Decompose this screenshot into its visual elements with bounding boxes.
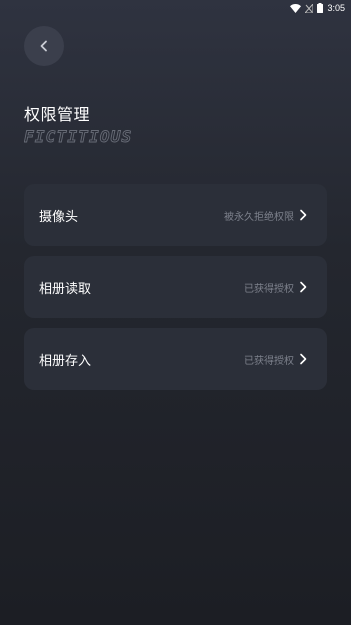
permission-item-album-read[interactable]: 相册读取 已获得授权 — [24, 256, 327, 318]
permission-item-album-save[interactable]: 相册存入 已获得授权 — [24, 328, 327, 390]
permission-name: 相册存入 — [39, 353, 92, 369]
brand-logo: FICTITIOUS — [24, 127, 164, 151]
wifi-icon — [290, 3, 302, 13]
chevron-right-icon — [299, 281, 307, 293]
battery-icon — [317, 3, 324, 13]
chevron-left-icon — [39, 37, 49, 56]
permission-status: 已获得授权 — [244, 355, 294, 367]
status-time: 3:05 — [327, 3, 345, 13]
permission-status-group: 已获得授权 — [244, 352, 307, 367]
permission-name: 摄像头 — [39, 209, 79, 225]
page-title: 权限管理 — [24, 105, 91, 124]
status-bar: 3:05 — [0, 0, 351, 16]
permission-status-group: 已获得授权 — [244, 280, 307, 295]
brand-text: FICTITIOUS — [24, 127, 132, 146]
back-button[interactable] — [24, 26, 64, 66]
permission-status: 已获得授权 — [244, 283, 294, 295]
chevron-right-icon — [299, 353, 307, 365]
permission-list: 摄像头 被永久拒绝权限 相册读取 已获得授权 相册存入 已获得授权 — [24, 184, 327, 400]
permission-status-group: 被永久拒绝权限 — [224, 208, 307, 223]
signal-icon — [305, 3, 314, 13]
permission-status: 被永久拒绝权限 — [224, 211, 294, 223]
permission-item-camera[interactable]: 摄像头 被永久拒绝权限 — [24, 184, 327, 246]
permission-name: 相册读取 — [39, 281, 92, 297]
chevron-right-icon — [299, 209, 307, 221]
